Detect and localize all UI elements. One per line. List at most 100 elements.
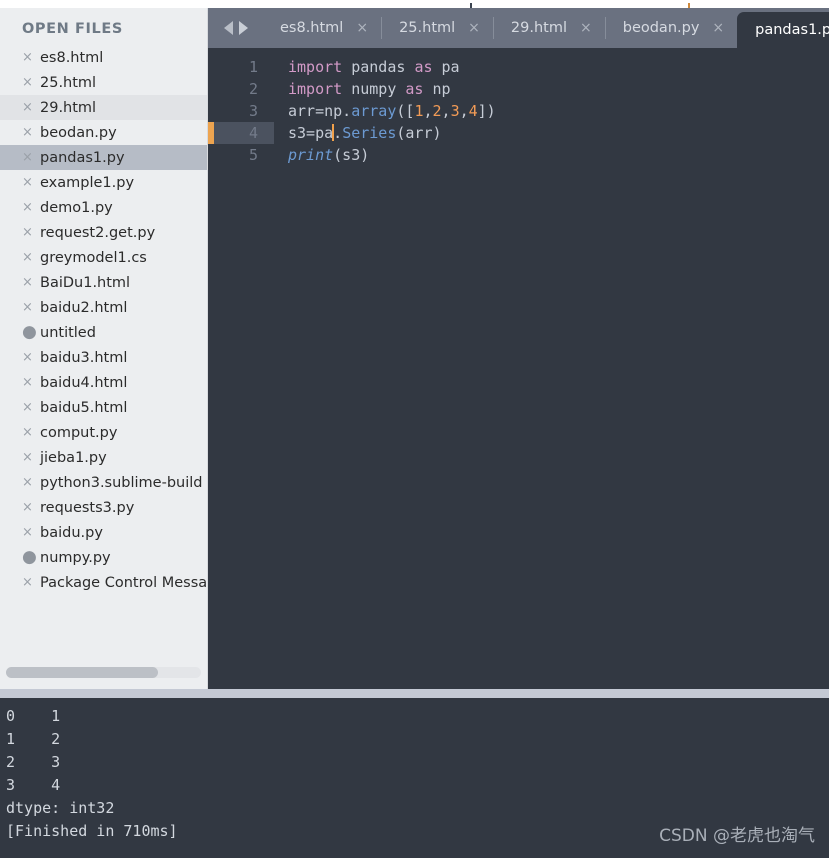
open-file-item[interactable]: ● numpy.py bbox=[0, 545, 207, 570]
open-file-item[interactable]: ×Package Control Messages bbox=[0, 570, 207, 595]
unsaved-dot-icon[interactable]: ● bbox=[22, 324, 40, 341]
code-line[interactable]: 5 print(s3) bbox=[208, 144, 829, 166]
open-file-item[interactable]: × demo1.py bbox=[0, 195, 207, 220]
close-icon[interactable]: × bbox=[22, 201, 40, 214]
code-line-text[interactable]: print(s3) bbox=[274, 146, 369, 164]
close-icon[interactable]: × bbox=[22, 501, 40, 514]
code-line-text[interactable]: import numpy as np bbox=[274, 80, 451, 98]
code-token: , bbox=[459, 102, 469, 120]
close-icon[interactable]: × bbox=[22, 251, 40, 264]
line-number: 4 bbox=[208, 122, 274, 144]
open-file-label: baidu.py bbox=[40, 524, 103, 541]
code-line[interactable]: 1 import pandas as pa bbox=[208, 56, 829, 78]
sidebar-scrollbar-thumb[interactable] bbox=[6, 667, 159, 678]
sublime-text-window: OPEN FILES × es8.html × 25.html × 29.html × beo… bbox=[0, 0, 829, 858]
close-icon[interactable]: × bbox=[22, 126, 40, 139]
open-file-item[interactable]: × baidu3.html bbox=[0, 345, 207, 370]
close-icon[interactable]: × bbox=[22, 451, 40, 464]
close-icon[interactable]: × bbox=[22, 476, 40, 489]
code-editor[interactable]: 1 import pandas as pa 2 import numpy as np 3… bbox=[208, 48, 829, 689]
editor-tab[interactable]: 25.html × bbox=[381, 8, 493, 48]
code-line[interactable]: 3 arr=np.array([1,2,3,4]) bbox=[208, 100, 829, 122]
tab-navigation[interactable] bbox=[208, 8, 262, 48]
line-number: 3 bbox=[248, 102, 258, 120]
code-token: (s3) bbox=[333, 146, 370, 164]
open-file-item[interactable]: × baidu5.html bbox=[0, 395, 207, 420]
open-file-label: greymodel1.cs bbox=[40, 249, 147, 266]
open-file-item[interactable]: × beodan.py bbox=[0, 120, 207, 145]
open-file-label: requests3.py bbox=[40, 499, 135, 516]
open-files-list[interactable]: × es8.html × 25.html × 29.html × beodan.py × pand… bbox=[0, 44, 207, 689]
open-file-item[interactable]: × baidu.py bbox=[0, 520, 207, 545]
code-token: , bbox=[423, 102, 433, 120]
close-icon[interactable]: × bbox=[22, 376, 40, 389]
editor-tab[interactable]: beodan.py × bbox=[604, 8, 737, 48]
code-line[interactable]: 2 import numpy as np bbox=[208, 78, 829, 100]
build-output-panel[interactable]: 0 11 22 33 4 dtype: int32 [Finished in 710… bbox=[0, 698, 829, 858]
code-token: ]) bbox=[477, 102, 496, 120]
open-file-item[interactable]: × BaiDu1.html bbox=[0, 270, 207, 295]
close-icon[interactable]: × bbox=[22, 426, 40, 439]
open-file-item[interactable]: × baidu4.html bbox=[0, 370, 207, 395]
close-icon[interactable]: × bbox=[22, 276, 40, 289]
close-icon[interactable]: × bbox=[22, 401, 40, 414]
open-file-label: Package Control Messages bbox=[40, 574, 207, 591]
open-file-item[interactable]: × greymodel1.cs bbox=[0, 245, 207, 270]
close-icon[interactable]: × bbox=[22, 101, 40, 114]
editor-tab-label: 25.html bbox=[399, 20, 456, 36]
open-file-item[interactable]: ● untitled bbox=[0, 320, 207, 345]
code-token: 2 bbox=[432, 102, 442, 120]
open-file-item[interactable]: × python3.sublime-build bbox=[0, 470, 207, 495]
code-token: import bbox=[288, 58, 343, 76]
build-output-line: 0 1 bbox=[6, 707, 61, 725]
open-file-label: baidu3.html bbox=[40, 349, 128, 366]
close-icon[interactable]: × bbox=[22, 301, 40, 314]
open-file-item[interactable]: × example1.py bbox=[0, 170, 207, 195]
tab-close-icon[interactable]: × bbox=[468, 21, 480, 35]
tab-strip: es8.html × 25.html × 29.html × beodan.py × panda… bbox=[262, 8, 829, 48]
open-file-item[interactable]: × baidu2.html bbox=[0, 295, 207, 320]
code-token: 3 bbox=[450, 102, 460, 120]
open-file-label: baidu5.html bbox=[40, 399, 128, 416]
open-file-item[interactable]: × 25.html bbox=[0, 70, 207, 95]
code-line-text[interactable]: arr=np.array([1,2,3,4]) bbox=[274, 102, 496, 120]
open-file-item[interactable]: × es8.html bbox=[0, 45, 207, 70]
tab-close-icon[interactable]: × bbox=[356, 21, 368, 35]
arrow-left-icon[interactable] bbox=[224, 21, 233, 35]
sidebar: OPEN FILES × es8.html × 25.html × 29.html × beo… bbox=[0, 8, 208, 689]
open-file-label: baidu4.html bbox=[40, 374, 128, 391]
open-file-item[interactable]: × requests3.py bbox=[0, 495, 207, 520]
tab-close-icon[interactable]: × bbox=[580, 21, 592, 35]
open-file-item[interactable]: × request2.get.py bbox=[0, 220, 207, 245]
code-token: arr=np. bbox=[288, 102, 352, 120]
code-line-text[interactable]: s3=pa.Series(arr) bbox=[274, 124, 442, 142]
close-icon[interactable]: × bbox=[22, 226, 40, 239]
close-icon[interactable]: × bbox=[22, 176, 40, 189]
close-icon[interactable]: × bbox=[22, 351, 40, 364]
code-token: 4 bbox=[468, 102, 478, 120]
menubar-sliver bbox=[0, 0, 829, 8]
open-file-item[interactable]: × pandas1.py bbox=[0, 145, 207, 170]
close-icon[interactable]: × bbox=[22, 576, 40, 589]
editor-tab[interactable]: 29.html × bbox=[492, 8, 605, 48]
open-file-item[interactable]: × jieba1.py bbox=[0, 445, 207, 470]
editor-tab[interactable]: pandas1.py× bbox=[737, 12, 829, 48]
close-icon[interactable]: × bbox=[22, 151, 40, 164]
code-line-text[interactable]: import pandas as pa bbox=[274, 58, 460, 76]
open-file-label: example1.py bbox=[40, 174, 135, 191]
editor-tab[interactable]: es8.html × bbox=[262, 8, 381, 48]
code-token: . bbox=[333, 124, 343, 142]
panel-divider[interactable] bbox=[0, 689, 829, 698]
arrow-right-icon[interactable] bbox=[239, 21, 248, 35]
open-file-item[interactable]: × comput.py bbox=[0, 420, 207, 445]
open-file-item[interactable]: × 29.html bbox=[0, 95, 207, 120]
close-icon[interactable]: × bbox=[22, 51, 40, 64]
tab-close-icon[interactable]: × bbox=[712, 21, 724, 35]
sidebar-horizontal-scrollbar[interactable] bbox=[6, 667, 201, 678]
code-token: numpy bbox=[351, 80, 397, 98]
close-icon[interactable]: × bbox=[22, 526, 40, 539]
code-token: array bbox=[351, 102, 397, 120]
unsaved-dot-icon[interactable]: ● bbox=[22, 549, 40, 566]
code-line[interactable]: 4 s3=pa.Series(arr) bbox=[208, 122, 829, 144]
close-icon[interactable]: × bbox=[22, 76, 40, 89]
